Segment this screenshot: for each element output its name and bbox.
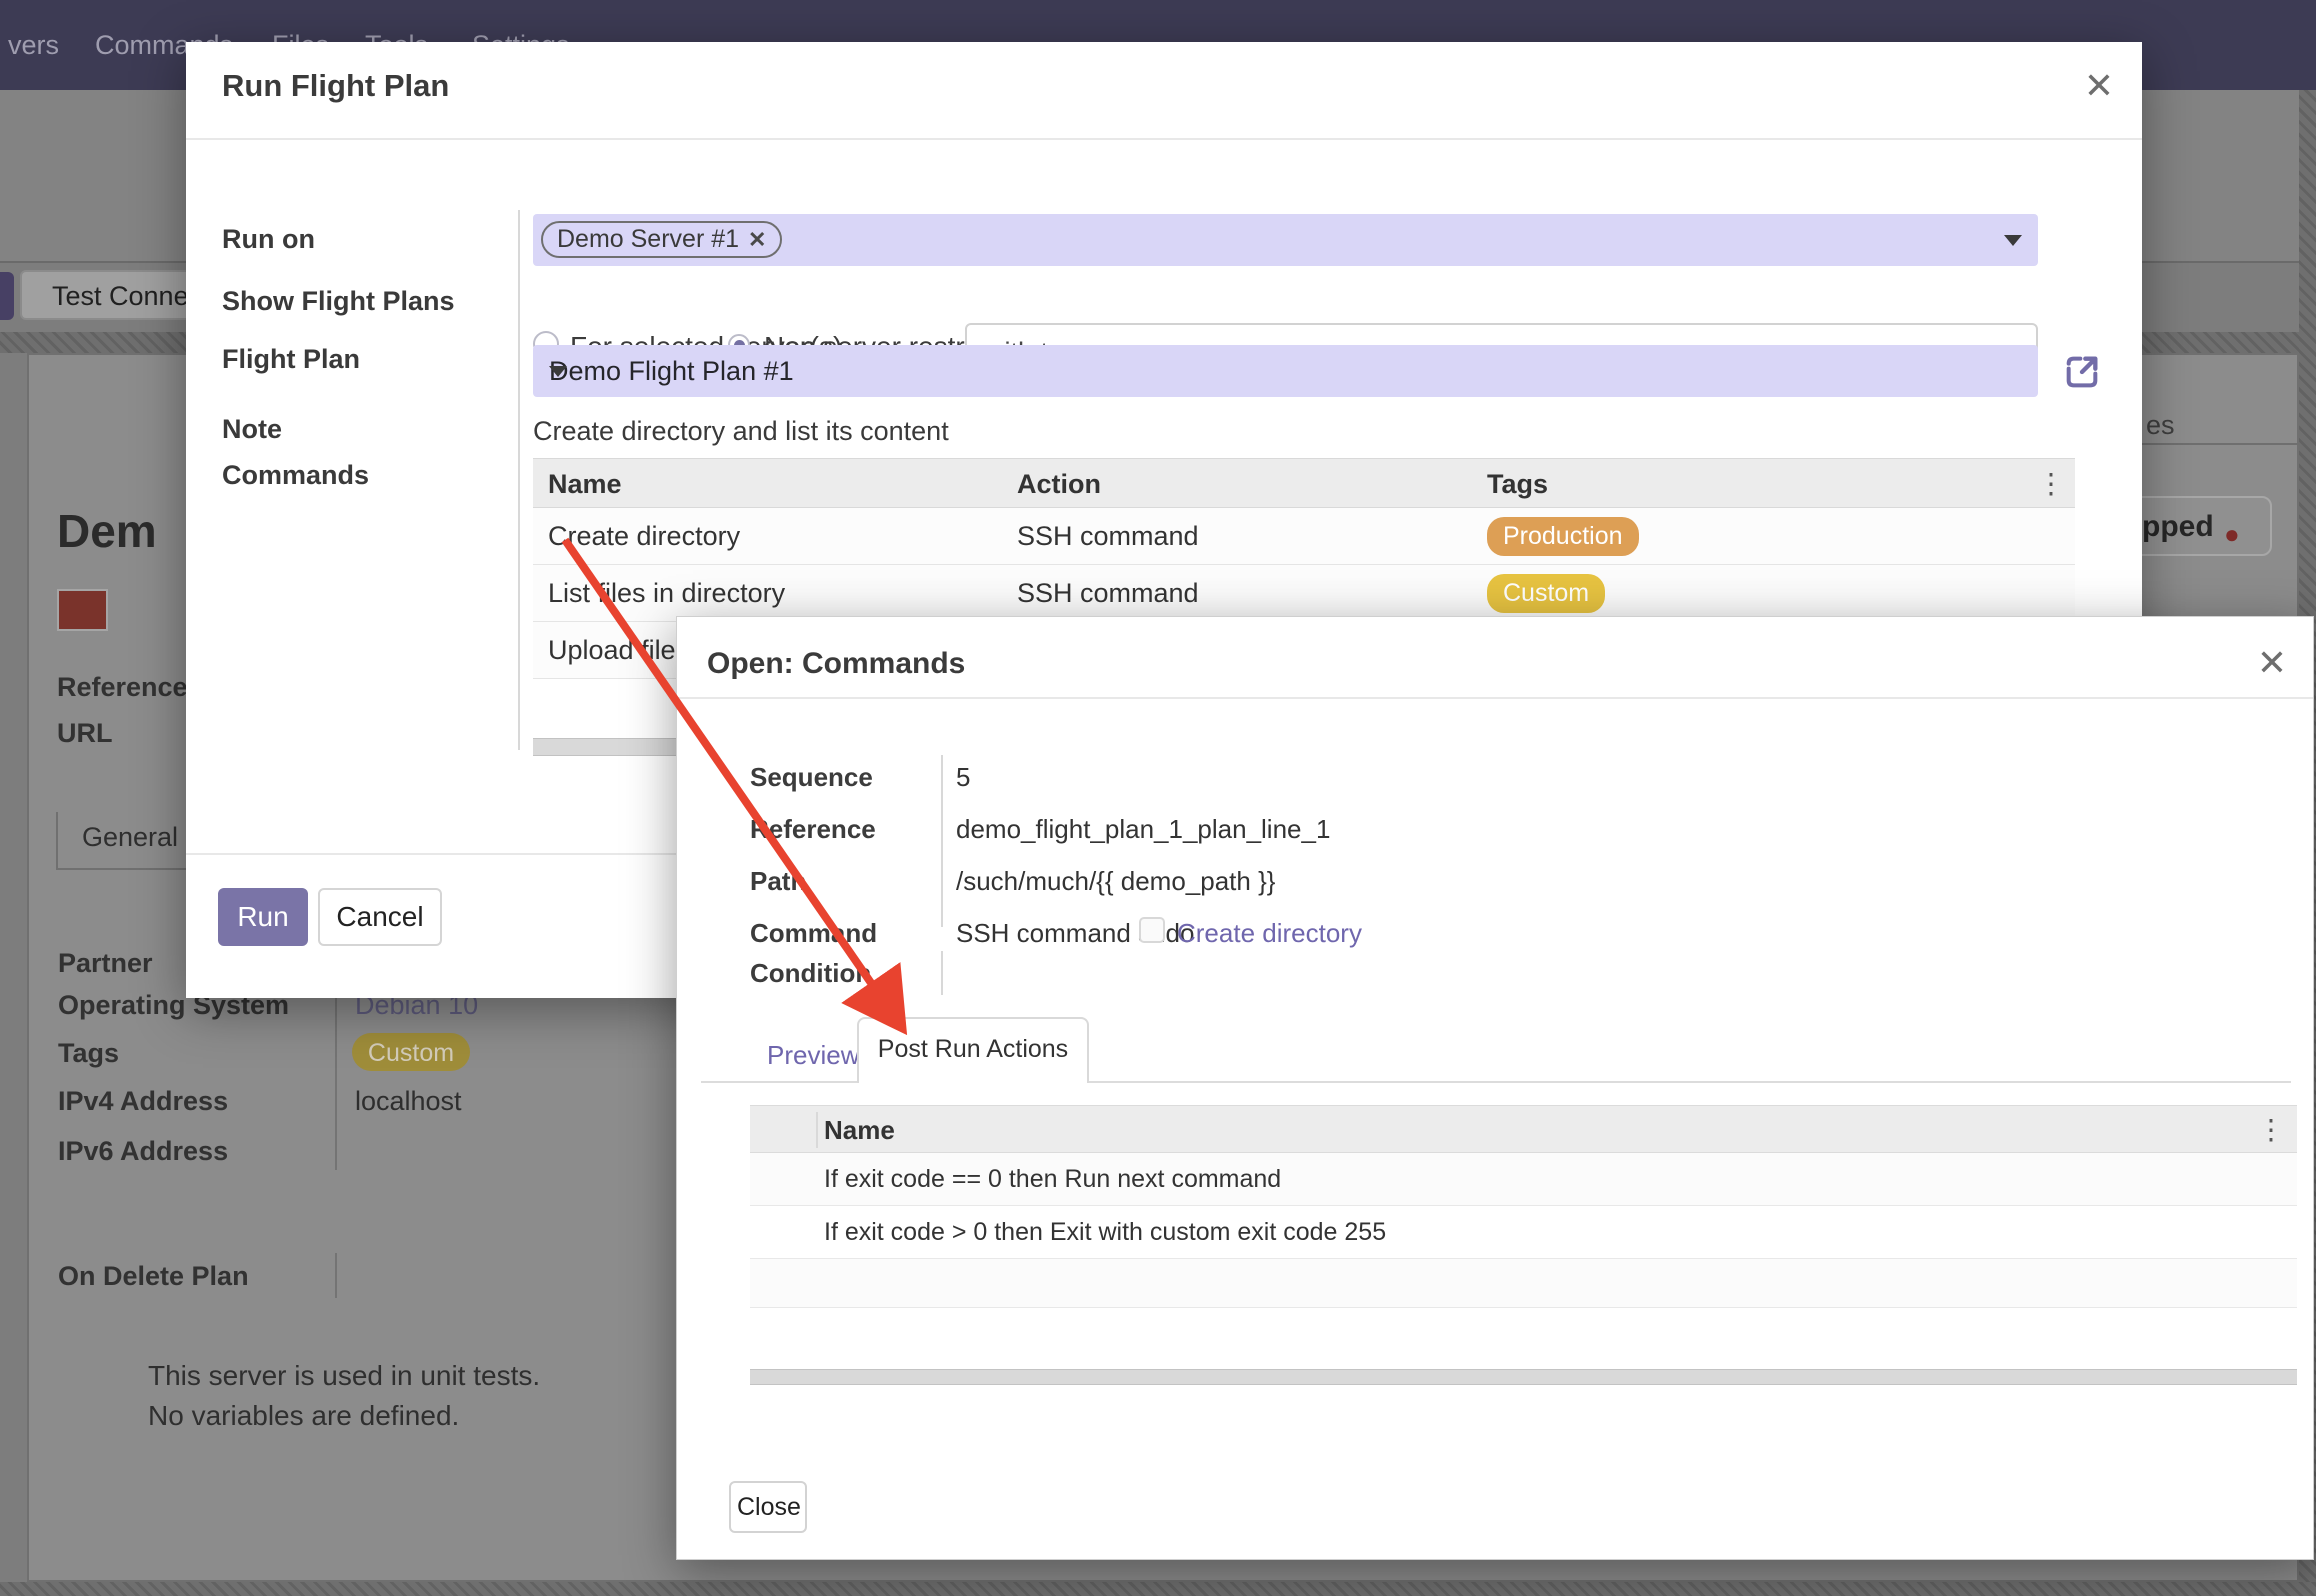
col-header-name[interactable]: Name xyxy=(824,1115,895,1146)
server-tag-pill[interactable]: Demo Server #1 ✕ xyxy=(541,221,782,258)
action-button-fragment[interactable] xyxy=(0,272,14,320)
field-label-reference: Reference xyxy=(57,672,188,703)
tab-post-run-actions[interactable]: Post Run Actions xyxy=(857,1017,1089,1083)
table-row[interactable]: If exit code == 0 then Run next command xyxy=(750,1153,2297,1206)
close-icon[interactable]: ✕ xyxy=(2257,645,2287,681)
label-reference: Reference xyxy=(750,815,876,845)
modal-title: Open: Commands xyxy=(707,647,965,682)
open-commands-modal: Open: Commands ✕ Sequence Reference Path… xyxy=(676,616,2314,1560)
cell-action: SSH command xyxy=(1002,521,1472,552)
tab-underline xyxy=(2142,443,2299,445)
tab-post-run-actions-label: Post Run Actions xyxy=(859,1035,1087,1064)
field-label-on-delete-plan: On Delete Plan xyxy=(58,1261,249,1292)
flight-plan-value: Demo Flight Plan #1 xyxy=(549,356,794,387)
post-run-actions-table: Name ⋮ If exit code == 0 then Run next c… xyxy=(750,1105,2297,1308)
checkbox[interactable] xyxy=(1139,917,1165,943)
col-header-name[interactable]: Name xyxy=(533,459,1002,507)
label-path: Path xyxy=(750,867,806,897)
tab-border xyxy=(56,812,58,868)
test-connection-label: Test Conne xyxy=(52,281,189,312)
server-status-label: pped xyxy=(2142,510,2214,545)
label-condition: Condition xyxy=(750,959,871,989)
label-note: Note xyxy=(222,414,282,445)
reference-value: demo_flight_plan_1_plan_line_1 xyxy=(956,815,1330,845)
column-divider xyxy=(816,1112,818,1148)
tab-general[interactable]: General xyxy=(82,822,178,853)
field-label-partner: Partner xyxy=(58,948,153,979)
menu-item-servers[interactable]: vers xyxy=(8,30,59,61)
field-label-tags: Tags xyxy=(58,1038,119,1069)
modal-title: Run Flight Plan xyxy=(222,68,449,104)
page-texture xyxy=(0,1582,2316,1596)
commands-table-header: Name Action Tags ⋮ xyxy=(533,458,2075,508)
unit-test-note-line1: This server is used in unit tests. xyxy=(148,1360,540,1392)
cell-tags: Production xyxy=(1472,517,2075,556)
label-commands: Commands xyxy=(222,460,369,491)
form-column-divider xyxy=(335,1253,337,1298)
form-label-divider xyxy=(518,210,520,750)
tag-chip-label: Custom xyxy=(352,1039,470,1068)
server-page-title: Dem xyxy=(57,505,157,558)
field-label-url: URL xyxy=(57,718,113,749)
external-link-icon[interactable] xyxy=(2062,352,2102,392)
tab-underline xyxy=(56,868,200,870)
col-header-action[interactable]: Action xyxy=(1002,459,1472,507)
action-row-label: If exit code > 0 then Exit with custom e… xyxy=(824,1218,1386,1247)
kebab-menu-icon[interactable]: ⋮ xyxy=(2037,470,2065,498)
label-flight-plan: Flight Plan xyxy=(222,344,360,375)
cell-name: Create directory xyxy=(533,521,1002,552)
table-row-empty xyxy=(750,1259,2297,1308)
form-label-divider xyxy=(941,951,943,995)
close-button[interactable]: Close xyxy=(729,1481,807,1533)
col-header-tags[interactable]: Tags xyxy=(1472,459,2075,507)
run-button[interactable]: Run xyxy=(218,888,308,946)
form-label-divider xyxy=(941,755,943,927)
table-row[interactable]: If exit code > 0 then Exit with custom e… xyxy=(750,1206,2297,1259)
chevron-down-icon[interactable] xyxy=(2004,235,2022,246)
tag-chip-production: Production xyxy=(1487,517,1639,556)
chevron-down-icon xyxy=(549,366,567,377)
table-row[interactable]: List files in directory SSH command Cust… xyxy=(533,565,2075,622)
tab-preview[interactable]: Preview xyxy=(767,1041,859,1071)
cancel-button[interactable]: Cancel xyxy=(318,888,442,946)
notebook-tab-tail[interactable]: es xyxy=(2146,410,2175,441)
kebab-menu-icon[interactable]: ⋮ xyxy=(2257,1116,2285,1144)
status-dot-icon: ● xyxy=(2224,521,2240,547)
sequence-value: 5 xyxy=(956,763,970,793)
modal-header-divider xyxy=(677,697,2313,699)
field-label-ipv6: IPv6 Address xyxy=(58,1136,228,1167)
action-row-label: If exit code == 0 then Run next command xyxy=(824,1165,1281,1194)
cell-tags: Custom xyxy=(1472,574,2075,613)
create-directory-link[interactable]: Create directory xyxy=(1177,919,1362,949)
form-column-divider xyxy=(335,985,337,1170)
label-run-on: Run on xyxy=(222,224,315,255)
label-show-flight-plans: Show Flight Plans xyxy=(222,286,455,317)
table-row[interactable]: Create directory SSH command Production xyxy=(533,508,2075,565)
close-icon[interactable]: ✕ xyxy=(2084,68,2114,104)
ipv4-value: localhost xyxy=(355,1086,462,1117)
run-on-multiselect[interactable]: Demo Server #1 ✕ xyxy=(533,214,2038,266)
unit-test-note-line2: No variables are defined. xyxy=(148,1400,459,1432)
tag-chip-custom: Custom xyxy=(1487,574,1605,613)
flight-plan-select[interactable]: Demo Flight Plan #1 xyxy=(533,345,2038,397)
cell-name: List files in directory xyxy=(533,578,1002,609)
server-color-swatch[interactable] xyxy=(57,589,108,631)
tag-chip-custom: Custom xyxy=(352,1033,470,1071)
horizontal-scrollbar[interactable] xyxy=(750,1369,2297,1385)
label-sequence: Sequence xyxy=(750,763,873,793)
actions-table-header: Name ⋮ xyxy=(750,1105,2297,1153)
label-command: Command xyxy=(750,919,877,949)
path-value: /such/much/{{ demo_path }} xyxy=(956,867,1275,897)
field-label-ipv4: IPv4 Address xyxy=(58,1086,228,1117)
server-tag-label: Demo Server #1 xyxy=(557,225,739,254)
plan-description: Create directory and list its content xyxy=(533,416,949,447)
cell-action: SSH command xyxy=(1002,578,1472,609)
remove-tag-icon[interactable]: ✕ xyxy=(748,227,766,253)
modal-header-divider xyxy=(186,138,2142,140)
